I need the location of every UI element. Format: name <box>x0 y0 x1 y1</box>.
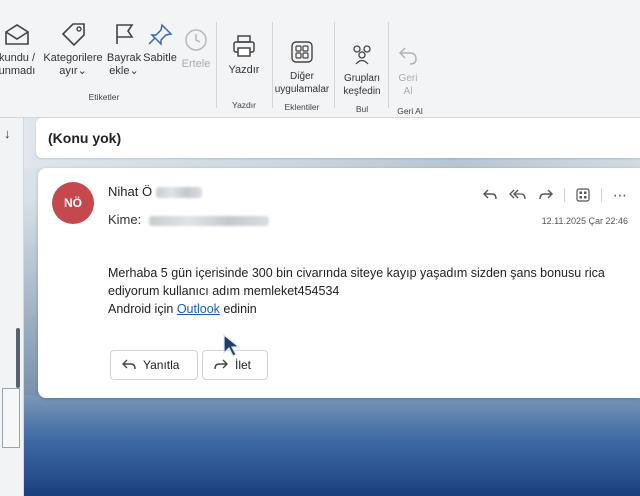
ribbon-discover-groups-label: Grupları keşfedin <box>343 73 381 97</box>
ribbon-group-yazdir: Yazdır <box>232 100 256 110</box>
ribbon-undo-label: Geri Al <box>398 73 418 97</box>
ribbon-discover-groups-button[interactable]: Grupları keşfedin <box>338 42 386 98</box>
ribbon-more-apps-button[interactable]: Diğer uygulamalar <box>272 40 332 96</box>
signature-suffix: edinin <box>223 302 257 316</box>
ribbon-group-eklentiler: Eklentiler <box>284 102 320 112</box>
ribbon-print-button[interactable]: Yazdır <box>224 34 264 77</box>
actions-divider <box>564 188 565 202</box>
ribbon-divider <box>216 22 217 108</box>
message-body: Merhaba 5 gün içerisinde 300 bin civarın… <box>108 264 628 318</box>
body-signature: Android için Outlook edinin <box>108 300 628 318</box>
ribbon-divider <box>334 22 335 108</box>
ribbon-divider <box>388 22 389 108</box>
ribbon-group-etiketler: Etiketler <box>88 92 120 102</box>
sender-name[interactable]: Nihat Ö <box>108 184 152 199</box>
outlook-link[interactable]: Outlook <box>177 302 220 316</box>
to-label: Kime: <box>108 212 142 227</box>
recipient-line: Kime: <box>108 212 269 227</box>
apps-grid-icon <box>291 41 313 63</box>
message-actions: ⋯ <box>480 186 630 204</box>
ribbon-snooze-label: Ertele <box>181 58 211 70</box>
ribbon-pin-label: Sabitle <box>143 52 177 64</box>
pin-icon <box>148 23 173 46</box>
sender-line: Nihat Ö <box>108 184 202 199</box>
ribbon-read-unread-label: kundu / unmadı <box>0 52 36 77</box>
ribbon-pin-button[interactable]: Sabitle <box>142 22 178 65</box>
ribbon-snooze-button[interactable]: Ertele <box>178 28 214 71</box>
forward-icon <box>214 359 228 370</box>
actions-divider <box>601 188 602 202</box>
ribbon-group-bul: Bul <box>355 104 369 114</box>
mouse-cursor-icon <box>223 333 241 357</box>
ribbon-undo-button[interactable]: Geri Al <box>390 44 426 98</box>
avatar-initials: NÖ <box>64 196 82 210</box>
ribbon-categorize-button[interactable]: Kategorilere ayır⌄ <box>42 22 104 78</box>
people-icon <box>353 45 371 65</box>
subject-title: (Konu yok) <box>48 130 122 146</box>
desktop-background-lower <box>24 395 640 496</box>
message-card: NÖ Nihat Ö Kime: ⋯ 12.11.2025 Çar 22:46 … <box>38 168 640 398</box>
chevron-down-icon: ⌄ <box>77 65 87 77</box>
chevron-down-icon: ⌄ <box>129 65 139 77</box>
apps-grid-icon[interactable] <box>573 186 593 204</box>
ribbon-categorize-label: Kategorilere ayır <box>43 52 103 77</box>
folder-pane-panel <box>2 388 20 448</box>
redacted-recipient <box>148 215 269 226</box>
ribbon-flag-button[interactable]: Bayrak ekle⌄ <box>106 22 142 78</box>
outlook-window: kundu / unmadı Kategorilere ayır⌄ Bayrak… <box>0 0 640 496</box>
reply-icon[interactable] <box>480 186 500 204</box>
more-options-icon[interactable]: ⋯ <box>610 186 630 204</box>
scrollbar-thumb[interactable] <box>16 328 20 388</box>
reply-all-icon[interactable] <box>508 186 528 204</box>
reply-button-label: Yanıtla <box>143 358 180 372</box>
ribbon-more-apps-label: Diğer uygulamalar <box>274 71 330 95</box>
flag-icon <box>116 24 134 44</box>
subject-header: (Konu yok) <box>36 118 640 158</box>
reply-button[interactable]: Yanıtla <box>110 350 198 380</box>
envelope-open-icon <box>5 24 29 45</box>
message-timestamp: 12.11.2025 Çar 22:46 <box>541 216 628 226</box>
redacted-text <box>155 187 202 199</box>
arrow-down-icon[interactable]: ↓ <box>4 126 11 141</box>
printer-icon <box>233 35 255 57</box>
ribbon-read-unread-button[interactable]: kundu / unmadı <box>0 22 42 78</box>
folder-pane-edge: ↓ <box>0 118 24 496</box>
ribbon-toolbar: kundu / unmadı Kategorilere ayır⌄ Bayrak… <box>0 0 640 118</box>
avatar[interactable]: NÖ <box>52 182 94 224</box>
ribbon-print-label: Yazdır <box>228 64 260 76</box>
body-paragraph: Merhaba 5 gün içerisinde 300 bin civarın… <box>108 266 605 298</box>
forward-button-label: İlet <box>235 358 252 372</box>
clock-icon <box>185 29 207 51</box>
ribbon-group-geri-al: Geri Al <box>397 106 423 116</box>
tag-icon <box>61 23 85 46</box>
undo-icon <box>398 47 417 65</box>
signature-prefix: Android için <box>108 302 174 316</box>
forward-icon[interactable] <box>536 186 556 204</box>
reply-icon <box>122 359 136 370</box>
